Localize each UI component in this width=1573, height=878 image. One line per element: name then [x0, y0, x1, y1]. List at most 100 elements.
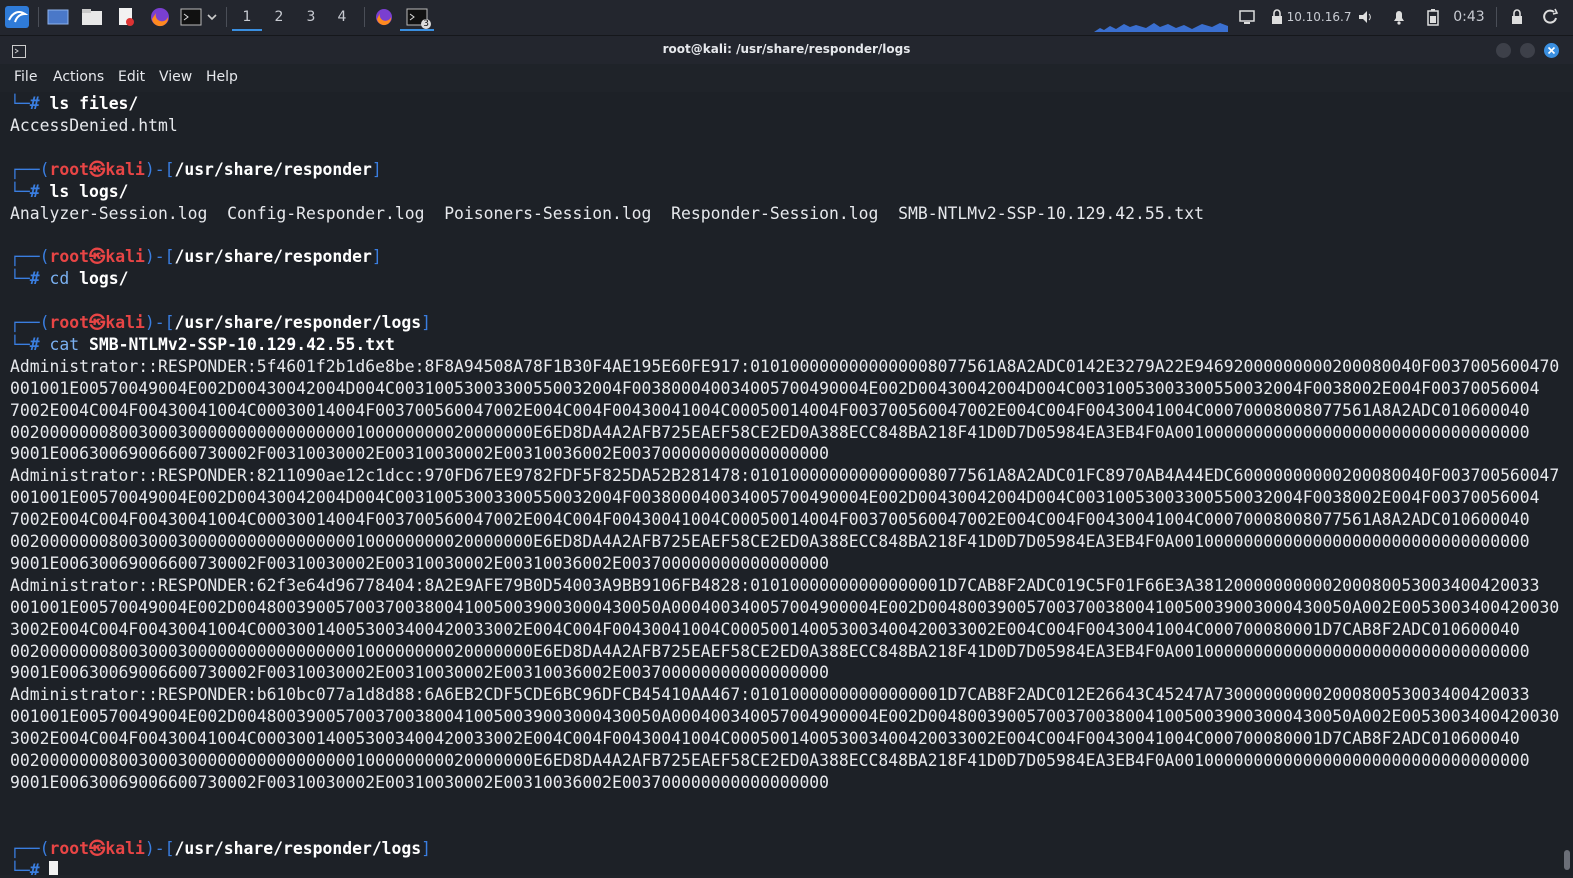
- command-text: logs/: [79, 269, 129, 289]
- taskbar: 1 2 3 4 3 10.10.16.7 0:43: [0, 0, 1573, 36]
- output-line: 7002E004C004F00430041004C00030014004F003…: [10, 400, 1530, 420]
- output-line: Analyzer-Session.log Config-Responder.lo…: [10, 203, 1205, 223]
- window-title: root@kali: /usr/share/responder/logs: [662, 42, 911, 56]
- command-line: └─# cd logs/: [10, 268, 128, 290]
- prompt-host: kali: [105, 247, 145, 267]
- menu-actions[interactable]: Actions: [53, 69, 104, 85]
- output-line: 9001E00630069006600730002F00310030002E00…: [10, 553, 830, 573]
- workspace-2[interactable]: 2: [264, 5, 294, 29]
- prompt-user: root: [49, 159, 89, 179]
- prompt-bracket: ┌──(: [10, 247, 50, 267]
- scroll-thumb[interactable]: [1564, 850, 1570, 870]
- output-line: Administrator::RESPONDER:5f4601f2b1d6e8b…: [10, 356, 1560, 376]
- prompt-bracket: ┌──(: [10, 313, 50, 332]
- menu-view[interactable]: View: [159, 69, 192, 85]
- terminal-count-badge: 3: [421, 19, 431, 29]
- prompt-bracket: )-[: [144, 838, 175, 858]
- prompt-user: root: [49, 247, 89, 267]
- prompt-bracket: ]: [421, 313, 432, 332]
- menu-file[interactable]: File: [14, 69, 37, 85]
- workspace-1[interactable]: 1: [232, 5, 262, 31]
- command-text: SMB-NTLMv2-SSP-10.129.42.55.txt: [88, 334, 395, 354]
- prompt-bracket: )-[: [144, 247, 175, 267]
- file-manager-icon[interactable]: [81, 5, 103, 29]
- workspace-4[interactable]: 4: [327, 5, 357, 29]
- firefox-task-icon[interactable]: [373, 5, 395, 29]
- text-editor-icon[interactable]: [115, 5, 137, 29]
- prompt-path: /usr/share/responder: [174, 159, 372, 179]
- prompt-bracket: ]: [371, 247, 382, 267]
- prompt-hash: └─#: [10, 269, 50, 289]
- prompt-bracket: )-[: [144, 313, 175, 332]
- terminal-output[interactable]: └─# ls files/AccessDenied.html ┌──(root㉿k…: [0, 92, 1560, 875]
- output-line: 7002E004C004F00430041004C00030014004F003…: [10, 510, 1530, 530]
- output-line: 001001E00570049004E002D00480039005700370…: [10, 597, 1560, 617]
- command-text: ls files/: [49, 94, 139, 113]
- network-graph: [1094, 23, 1228, 32]
- vpn-lock-icon[interactable]: [1266, 5, 1288, 29]
- firefox-icon[interactable]: [149, 5, 171, 29]
- window-title-bar[interactable]: root@kali: /usr/share/responder/logs: [0, 36, 1573, 64]
- volume-icon[interactable]: [1355, 5, 1377, 29]
- minimize-button[interactable]: [1496, 43, 1511, 58]
- prompt-path: /usr/share/responder: [174, 247, 372, 267]
- prompt-user: root: [49, 838, 89, 858]
- bell-icon[interactable]: [1388, 5, 1410, 29]
- prompt-hash: └─#: [10, 334, 50, 354]
- menu-edit[interactable]: Edit: [118, 69, 145, 85]
- prompt-bracket: ┌──(: [10, 838, 50, 858]
- prompt-symbol: ㉿: [88, 247, 106, 267]
- prompt-symbol: ㉿: [88, 313, 106, 332]
- prompt-path: /usr/share/responder/logs: [174, 838, 422, 858]
- display-icon[interactable]: [1236, 5, 1258, 29]
- prompt-line: ┌──(root㉿kali)-[/usr/share/responder]: [10, 246, 382, 268]
- prompt-hash: └─#: [10, 860, 50, 876]
- output-line: 9001E00630069006600730002F00310030002E00…: [10, 663, 830, 683]
- output-line: AccessDenied.html: [10, 115, 178, 135]
- command-text: ls logs/: [49, 181, 129, 201]
- ip-address: 10.10.16.7: [1286, 10, 1352, 24]
- output-line: Administrator::RESPONDER:62f3e64d9677840…: [10, 575, 1540, 595]
- output-line: 0020000000800300030000000000000000010000…: [10, 641, 1530, 661]
- output-line: 9001E00630069006600730002F00310030002E00…: [10, 772, 830, 792]
- output-line: 3002E004C004F00430041004C000300140053003…: [10, 729, 1520, 749]
- workspace-3[interactable]: 3: [296, 5, 326, 29]
- command-line: └─# ls logs/: [10, 181, 128, 203]
- output-line: Administrator::RESPONDER:b610bc077a1d8d8…: [10, 685, 1530, 705]
- output-line: 001001E00570049004E002D00480039005700370…: [10, 707, 1560, 727]
- kali-menu-icon[interactable]: [4, 5, 30, 29]
- terminal-scrollbar[interactable]: [1560, 92, 1573, 875]
- prompt-bracket: ]: [421, 838, 432, 858]
- power-icon[interactable]: [1540, 5, 1562, 29]
- output-line: 9001E00630069006600730002F00310030002E00…: [10, 444, 830, 464]
- lock-icon[interactable]: [1506, 5, 1528, 29]
- terminal-icon[interactable]: [180, 5, 202, 29]
- output-line: Administrator::RESPONDER:8211090ae12c1dc…: [10, 466, 1560, 486]
- menu-help[interactable]: Help: [206, 69, 238, 85]
- prompt-bracket: ┌──(: [10, 159, 50, 179]
- menu-bar: File Actions Edit View Help: [0, 64, 1573, 90]
- prompt-line: ┌──(root㉿kali)-[/usr/share/responder]: [10, 159, 382, 181]
- clock[interactable]: 0:43: [1448, 5, 1490, 29]
- prompt-symbol: ㉿: [88, 838, 106, 858]
- prompt-bracket: ]: [371, 159, 382, 179]
- output-line: 001001E00570049004E002D00430042004D004C0…: [10, 488, 1540, 508]
- prompt-host: kali: [105, 159, 145, 179]
- terminal-task-button[interactable]: 3: [400, 5, 434, 31]
- close-button[interactable]: [1544, 43, 1559, 58]
- close-icon: [1547, 46, 1556, 55]
- prompt-host: kali: [105, 313, 145, 332]
- desktop-icon[interactable]: [47, 5, 69, 29]
- output-line: 3002E004C004F00430041004C000300140053003…: [10, 619, 1520, 639]
- chevron-down-icon[interactable]: [204, 5, 220, 29]
- output-line: 001001E00570049004E002D00430042004D004C0…: [10, 378, 1540, 398]
- maximize-button[interactable]: [1520, 43, 1535, 58]
- command-line: └─# cat SMB-NTLMv2-SSP-10.129.42.55.txt: [10, 334, 395, 356]
- prompt-line: ┌──(root㉿kali)-[/usr/share/responder/log…: [10, 838, 431, 860]
- output-line: 0020000000800300030000000000000000010000…: [10, 751, 1530, 770]
- prompt-line: ┌──(root㉿kali)-[/usr/share/responder/log…: [10, 312, 431, 334]
- prompt-path: /usr/share/responder/logs: [174, 313, 422, 332]
- command-line: └─#: [10, 860, 59, 876]
- command-name: cd: [49, 269, 80, 289]
- prompt-hash: └─#: [10, 94, 50, 113]
